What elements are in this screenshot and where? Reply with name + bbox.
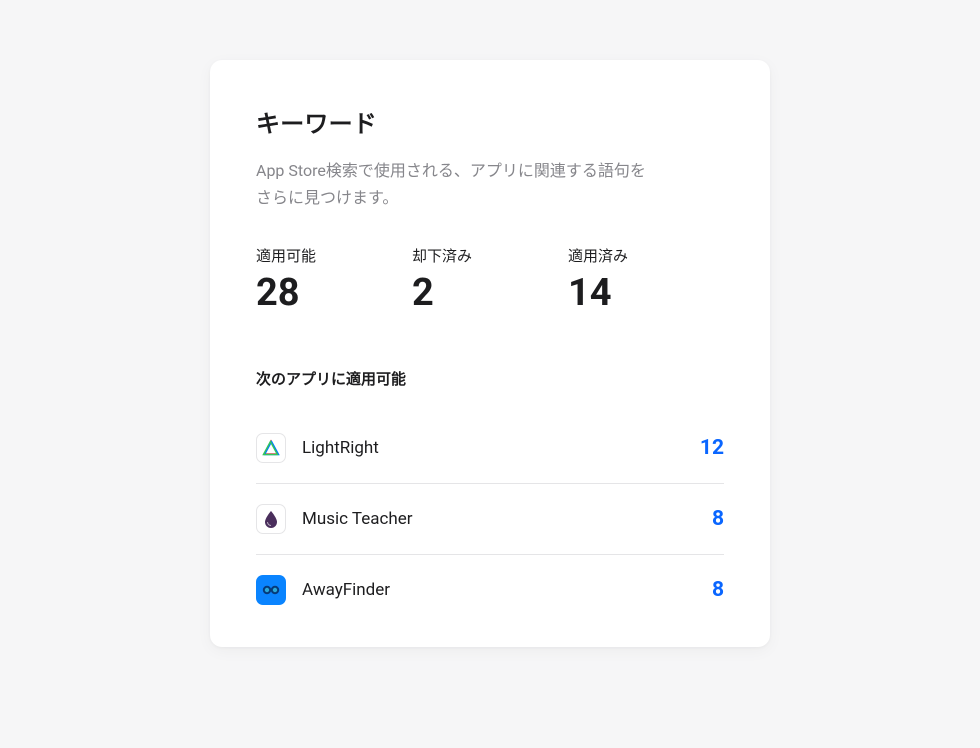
stat-applicable: 適用可能 28	[256, 245, 412, 312]
stat-value: 14	[568, 274, 724, 312]
app-count: 12	[700, 436, 724, 460]
app-icon-music-teacher	[256, 504, 286, 534]
binoculars-icon	[260, 579, 282, 601]
card-description: App Store検索で使用される、アプリに関連する語句をさらに見つけます。	[256, 157, 656, 211]
stat-label: 適用可能	[256, 245, 412, 266]
triangle-icon	[262, 439, 280, 457]
apps-subheading: 次のアプリに適用可能	[256, 368, 724, 389]
app-row-awayfinder[interactable]: AwayFinder 8	[256, 555, 724, 611]
stat-rejected: 却下済み 2	[412, 245, 568, 312]
droplet-icon	[263, 510, 279, 528]
app-icon-lightright	[256, 433, 286, 463]
app-name: AwayFinder	[302, 580, 712, 600]
stats-row: 適用可能 28 却下済み 2 適用済み 14	[256, 245, 724, 312]
app-name: LightRight	[302, 438, 700, 458]
stat-value: 2	[412, 274, 568, 312]
app-name: Music Teacher	[302, 509, 712, 529]
stat-value: 28	[256, 274, 412, 312]
app-row-music-teacher[interactable]: Music Teacher 8	[256, 484, 724, 555]
app-count: 8	[712, 578, 724, 602]
stat-label: 却下済み	[412, 245, 568, 266]
card-title: キーワード	[256, 104, 724, 139]
app-icon-awayfinder	[256, 575, 286, 605]
stat-applied: 適用済み 14	[568, 245, 724, 312]
stat-label: 適用済み	[568, 245, 724, 266]
keywords-card: キーワード App Store検索で使用される、アプリに関連する語句をさらに見つ…	[210, 60, 770, 647]
app-count: 8	[712, 507, 724, 531]
app-row-lightright[interactable]: LightRight 12	[256, 413, 724, 484]
